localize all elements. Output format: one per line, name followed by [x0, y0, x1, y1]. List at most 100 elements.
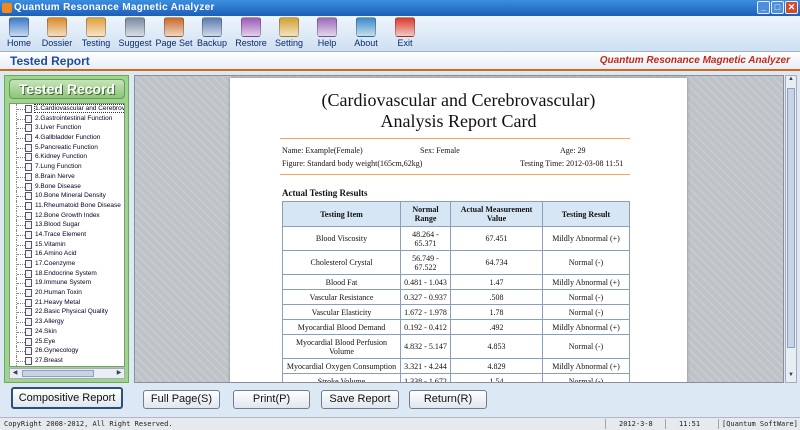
scroll-right-icon[interactable]: ▶: [114, 369, 124, 378]
tree-item-label: 25.Eye: [35, 337, 56, 345]
scroll-down-icon[interactable]: ▼: [786, 372, 796, 382]
tree-item[interactable]: 27.Breast: [10, 355, 124, 366]
document-icon: [25, 260, 32, 268]
tree-item-label: 17.Coenzyme: [35, 260, 76, 267]
tree-item[interactable]: 24.Skin: [10, 326, 124, 337]
tree-item-label: 3.Liver Function: [35, 124, 82, 132]
table-cell-value: .508: [450, 289, 543, 305]
tree-item[interactable]: 22.Basic Physical Quality: [10, 307, 124, 318]
document-icon: [25, 114, 32, 123]
toolbar-label: About: [354, 38, 378, 48]
column-header: Testing Result: [542, 201, 630, 227]
tree-item[interactable]: 11.Rheumatoid Bone Disease: [10, 200, 124, 211]
scroll-up-icon[interactable]: ▲: [786, 76, 796, 86]
tree-item-label: 15.Vitamin: [35, 240, 66, 248]
tree-item[interactable]: 8.Brain Nerve: [10, 171, 124, 182]
return-button[interactable]: Return(R): [409, 390, 487, 409]
tree-item-label: 10.Bone Mineral Density: [35, 192, 106, 200]
tree-connector: [16, 239, 25, 250]
tree-item[interactable]: 25.Eye: [10, 336, 124, 347]
users-icon: [47, 17, 67, 37]
tree-connector: [16, 268, 25, 279]
tree-item[interactable]: 16.Amino Acid: [10, 249, 124, 259]
toolbar-setting-button[interactable]: Setting: [270, 17, 308, 51]
scroll-thumb[interactable]: [787, 88, 795, 348]
tree-item[interactable]: 6.Kidney Function: [10, 152, 124, 163]
toolbar-backup-button[interactable]: Backup: [193, 17, 231, 51]
toolbar-dossier-button[interactable]: Dossier: [38, 17, 76, 51]
tree-item[interactable]: 12.Bone Growth Index: [10, 210, 124, 221]
tree-connector: [16, 191, 25, 201]
table-cell-range: 0.481 - 1.043: [400, 274, 451, 290]
toolbar-testing-button[interactable]: Testing: [77, 17, 115, 51]
tree-horizontal-scrollbar[interactable]: ◀ ▶: [9, 368, 125, 379]
table-cell-item: Myocardial Oxygen Consumption: [282, 358, 401, 374]
save-report-button[interactable]: Save Report: [321, 390, 399, 409]
tree-item[interactable]: 3.Liver Function: [10, 123, 124, 134]
toolbar-suggest-button[interactable]: Suggest: [116, 17, 154, 51]
tree-item[interactable]: 15.Vitamin: [10, 239, 124, 250]
minimize-button[interactable]: _: [757, 1, 770, 14]
table-cell-range: 1.672 - 1.978: [400, 304, 451, 320]
tree-connector: [16, 210, 25, 221]
toolbar-home-button[interactable]: Home: [0, 17, 38, 51]
table-header-row: Testing Item Normal Range Actual Measure…: [282, 201, 630, 227]
page-setup-icon: [164, 17, 184, 37]
scroll-thumb[interactable]: [22, 370, 94, 377]
tree-connector: [16, 365, 24, 366]
tree-item[interactable]: 5.Pancreatic Function: [10, 142, 124, 153]
table-cell-value: .492: [450, 319, 543, 335]
toolbar-label: Help: [317, 38, 337, 48]
tree-item[interactable]: 10.Bone Mineral Density: [10, 191, 124, 201]
scroll-left-icon[interactable]: ◀: [10, 369, 20, 378]
tree-item[interactable]: 17.Coenzyme: [10, 259, 124, 269]
tree-item-label: 18.Endocrine System: [35, 269, 97, 277]
tree-connector: [16, 181, 25, 192]
document-icon: [25, 211, 32, 220]
toolbar-help-button[interactable]: Help: [308, 17, 346, 51]
tree-item-label: 5.Pancreatic Function: [35, 143, 98, 151]
toolbar-about-button[interactable]: About: [347, 17, 385, 51]
toolbar-exit-button[interactable]: Exit: [386, 17, 424, 51]
tree-item[interactable]: 14.Trace Element: [10, 229, 124, 240]
tree-item[interactable]: 18.Endocrine System: [10, 268, 124, 279]
tree-item[interactable]: 26.Gynecology: [10, 346, 124, 356]
document-icon: [25, 105, 32, 113]
table-cell-item: Myocardial Blood Demand: [282, 319, 401, 335]
document-icon: [25, 124, 32, 133]
tree-item[interactable]: 2.Gastrointestinal Function: [10, 113, 124, 124]
document-icon: [25, 356, 32, 365]
tree-item[interactable]: 4.Gallbladder Function: [10, 133, 124, 143]
print-button[interactable]: Print(P): [233, 390, 310, 409]
tree-item-label: 16.Amino Acid: [35, 250, 77, 258]
tree-item[interactable]: 1.Cardiovascular and Cerebrovasc: [10, 104, 124, 114]
close-button[interactable]: ✕: [785, 1, 798, 14]
tree-item[interactable]: 13.Blood Sugar: [10, 220, 124, 230]
backup-icon: [202, 17, 222, 37]
copyright-text: CopyRight 2008-2012, All Right Reserved.: [4, 420, 173, 428]
tree-item[interactable]: 20.Human Toxin: [10, 288, 124, 298]
tree-item[interactable]: 19.Immune System: [10, 278, 124, 289]
compositive-report-button[interactable]: Compositive Report: [11, 387, 123, 409]
toolbar-label: Backup: [196, 38, 228, 48]
tree-connector: [16, 307, 25, 318]
toolbar-label: Restore: [235, 38, 267, 48]
tree-item[interactable]: 21.Heavy Metal: [10, 297, 124, 308]
tree-item[interactable]: 9.Bone Disease: [10, 181, 124, 192]
section-header: Tested Report Quantum Resonance Magnetic…: [0, 52, 800, 71]
toolbar-page-set-button[interactable]: Page Set: [155, 17, 193, 51]
full-page-button[interactable]: Full Page(S): [143, 390, 220, 409]
toolbar-restore-button[interactable]: Restore: [232, 17, 270, 51]
table-cell-value: 1.47: [450, 274, 543, 290]
document-icon: [25, 347, 32, 356]
tree-item-label: 2.Gastrointestinal Function: [35, 114, 113, 122]
tree-item[interactable]: 7.Lung Function: [10, 162, 124, 172]
app-icon: [2, 3, 12, 13]
maximize-button[interactable]: □: [771, 1, 784, 14]
table-cell-result: Normal (-): [542, 289, 630, 305]
toolbar-label: Setting: [274, 38, 304, 48]
report-title-line1: (Cardiovascular and Cerebrovascular): [321, 90, 596, 110]
viewer-vertical-scrollbar[interactable]: ▲ ▼: [785, 75, 797, 383]
tree-item[interactable]: 28.Element of Human: [10, 365, 124, 366]
tree-item[interactable]: 23.Allergy: [10, 317, 124, 327]
